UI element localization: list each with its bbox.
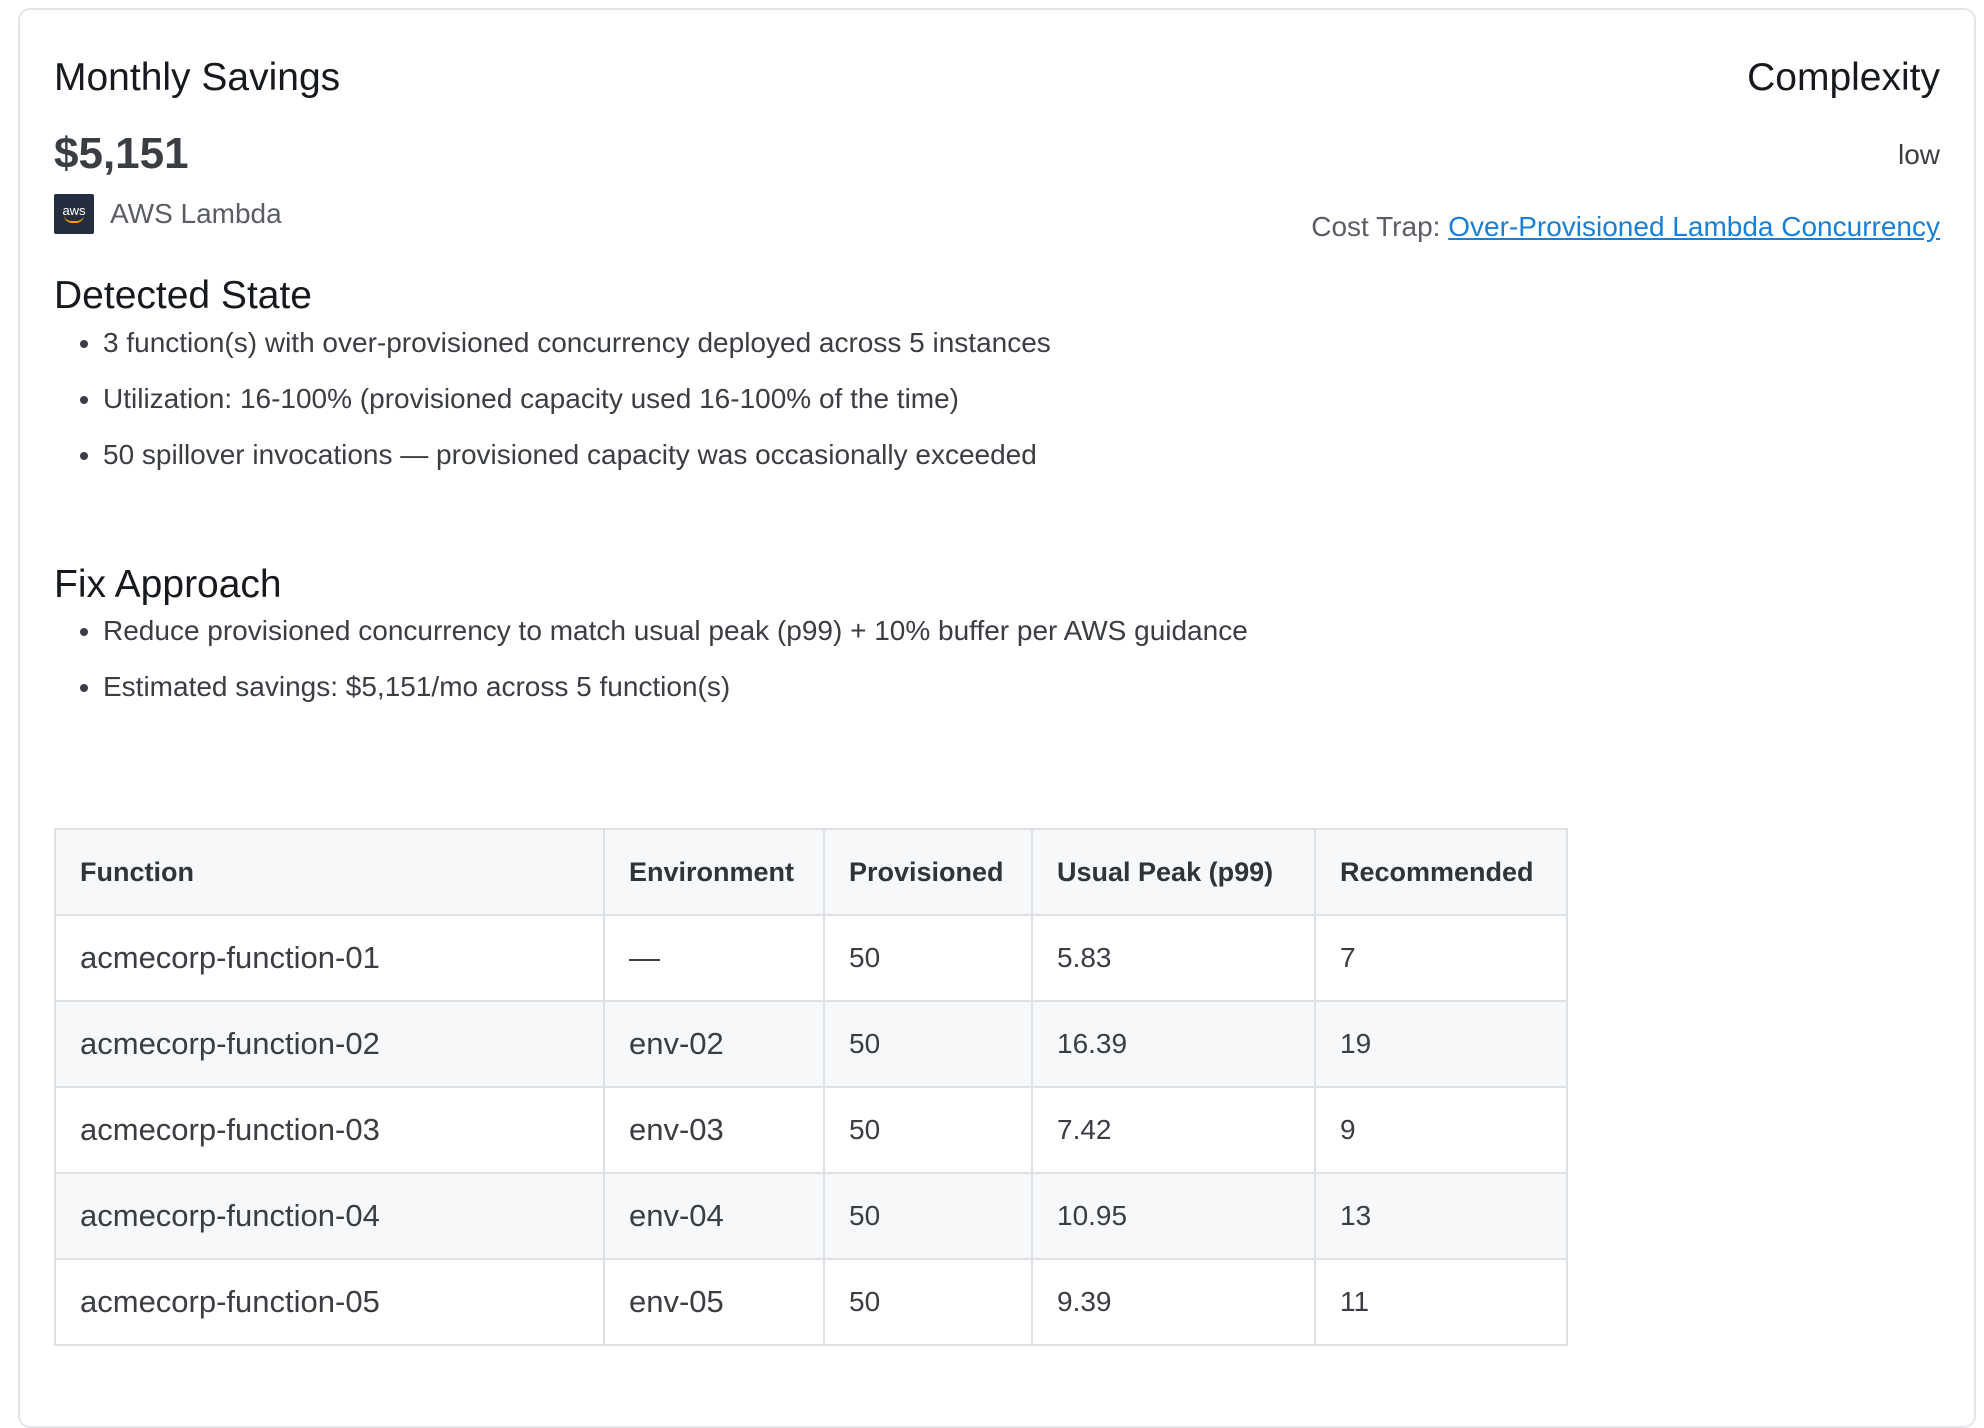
aws-icon: aws bbox=[54, 194, 94, 234]
cost-trap: Cost Trap: Over-Provisioned Lambda Concu… bbox=[1311, 210, 1940, 244]
card-header: Monthly Savings $5,151 aws AWS Lambda Co… bbox=[54, 44, 1940, 264]
detected-state-list: 3 function(s) with over-provisioned conc… bbox=[54, 324, 1051, 492]
service-name: AWS Lambda bbox=[110, 198, 282, 229]
environment-cell: — bbox=[603, 914, 825, 1002]
recommended-cell: 19 bbox=[1314, 1000, 1568, 1088]
function-cell: acmecorp-function-05 bbox=[54, 1258, 605, 1346]
recommended-cell: 13 bbox=[1314, 1172, 1568, 1260]
provisioned-cell: 50 bbox=[823, 1086, 1033, 1174]
detected-state-item: Utilization: 16-100% (provisioned capaci… bbox=[103, 380, 1051, 418]
usual-peak-cell: 16.39 bbox=[1031, 1000, 1316, 1088]
column-header-recommended: Recommended bbox=[1314, 828, 1568, 916]
functions-table: Function Environment Provisioned Usual P… bbox=[54, 828, 1568, 1346]
table-header-row: Function Environment Provisioned Usual P… bbox=[54, 828, 1568, 916]
monthly-savings-amount: $5,151 bbox=[54, 129, 189, 178]
recommendation-card: Monthly Savings $5,151 aws AWS Lambda Co… bbox=[18, 8, 1976, 1428]
detected-state-title: Detected State bbox=[54, 274, 312, 317]
detected-state-item: 50 spillover invocations — provisioned c… bbox=[103, 436, 1051, 474]
aws-smile-mark bbox=[64, 215, 84, 223]
fix-approach-list: Reduce provisioned concurrency to match … bbox=[54, 612, 1248, 724]
column-header-environment: Environment bbox=[603, 828, 825, 916]
provisioned-cell: 50 bbox=[823, 1258, 1033, 1346]
table-row: acmecorp-function-04 env-04 50 10.95 13 bbox=[54, 1172, 1568, 1260]
column-header-provisioned: Provisioned bbox=[823, 828, 1033, 916]
functions-table-wrap: Function Environment Provisioned Usual P… bbox=[54, 828, 1568, 1346]
provisioned-cell: 50 bbox=[823, 914, 1033, 1002]
cost-trap-link[interactable]: Over-Provisioned Lambda Concurrency bbox=[1448, 211, 1940, 242]
recommended-cell: 7 bbox=[1314, 914, 1568, 1002]
provisioned-cell: 50 bbox=[823, 1172, 1033, 1260]
service-row: aws AWS Lambda bbox=[54, 194, 340, 234]
complexity-value: low bbox=[1897, 139, 1940, 170]
function-cell: acmecorp-function-03 bbox=[54, 1086, 605, 1174]
recommended-cell: 11 bbox=[1314, 1258, 1568, 1346]
usual-peak-cell: 7.42 bbox=[1031, 1086, 1316, 1174]
table-row: acmecorp-function-05 env-05 50 9.39 11 bbox=[54, 1258, 1568, 1346]
environment-cell: env-04 bbox=[603, 1172, 825, 1260]
detected-state-item: 3 function(s) with over-provisioned conc… bbox=[103, 324, 1051, 362]
complexity-label: Complexity bbox=[1747, 56, 1940, 99]
column-header-usual-peak: Usual Peak (p99) bbox=[1031, 828, 1316, 916]
environment-cell: env-05 bbox=[603, 1258, 825, 1346]
usual-peak-cell: 10.95 bbox=[1031, 1172, 1316, 1260]
function-cell: acmecorp-function-04 bbox=[54, 1172, 605, 1260]
table-row: acmecorp-function-01 — 50 5.83 7 bbox=[54, 914, 1568, 1002]
fix-approach-title: Fix Approach bbox=[54, 563, 282, 606]
environment-cell: env-02 bbox=[603, 1000, 825, 1088]
column-header-function: Function bbox=[54, 828, 605, 916]
table-row: acmecorp-function-03 env-03 50 7.42 9 bbox=[54, 1086, 1568, 1174]
cost-trap-label: Cost Trap: bbox=[1311, 211, 1441, 242]
fix-approach-item: Reduce provisioned concurrency to match … bbox=[103, 612, 1248, 650]
table-row: acmecorp-function-02 env-02 50 16.39 19 bbox=[54, 1000, 1568, 1088]
savings-block: Monthly Savings $5,151 aws AWS Lambda bbox=[54, 44, 340, 234]
usual-peak-cell: 5.83 bbox=[1031, 914, 1316, 1002]
provisioned-cell: 50 bbox=[823, 1000, 1033, 1088]
complexity-block: Complexity low Cost Trap: Over-Provision… bbox=[1311, 44, 1940, 244]
function-cell: acmecorp-function-01 bbox=[54, 914, 605, 1002]
function-cell: acmecorp-function-02 bbox=[54, 1000, 605, 1088]
environment-cell: env-03 bbox=[603, 1086, 825, 1174]
monthly-savings-label: Monthly Savings bbox=[54, 56, 341, 99]
fix-approach-item: Estimated savings: $5,151/mo across 5 fu… bbox=[103, 668, 1248, 706]
usual-peak-cell: 9.39 bbox=[1031, 1258, 1316, 1346]
recommended-cell: 9 bbox=[1314, 1086, 1568, 1174]
